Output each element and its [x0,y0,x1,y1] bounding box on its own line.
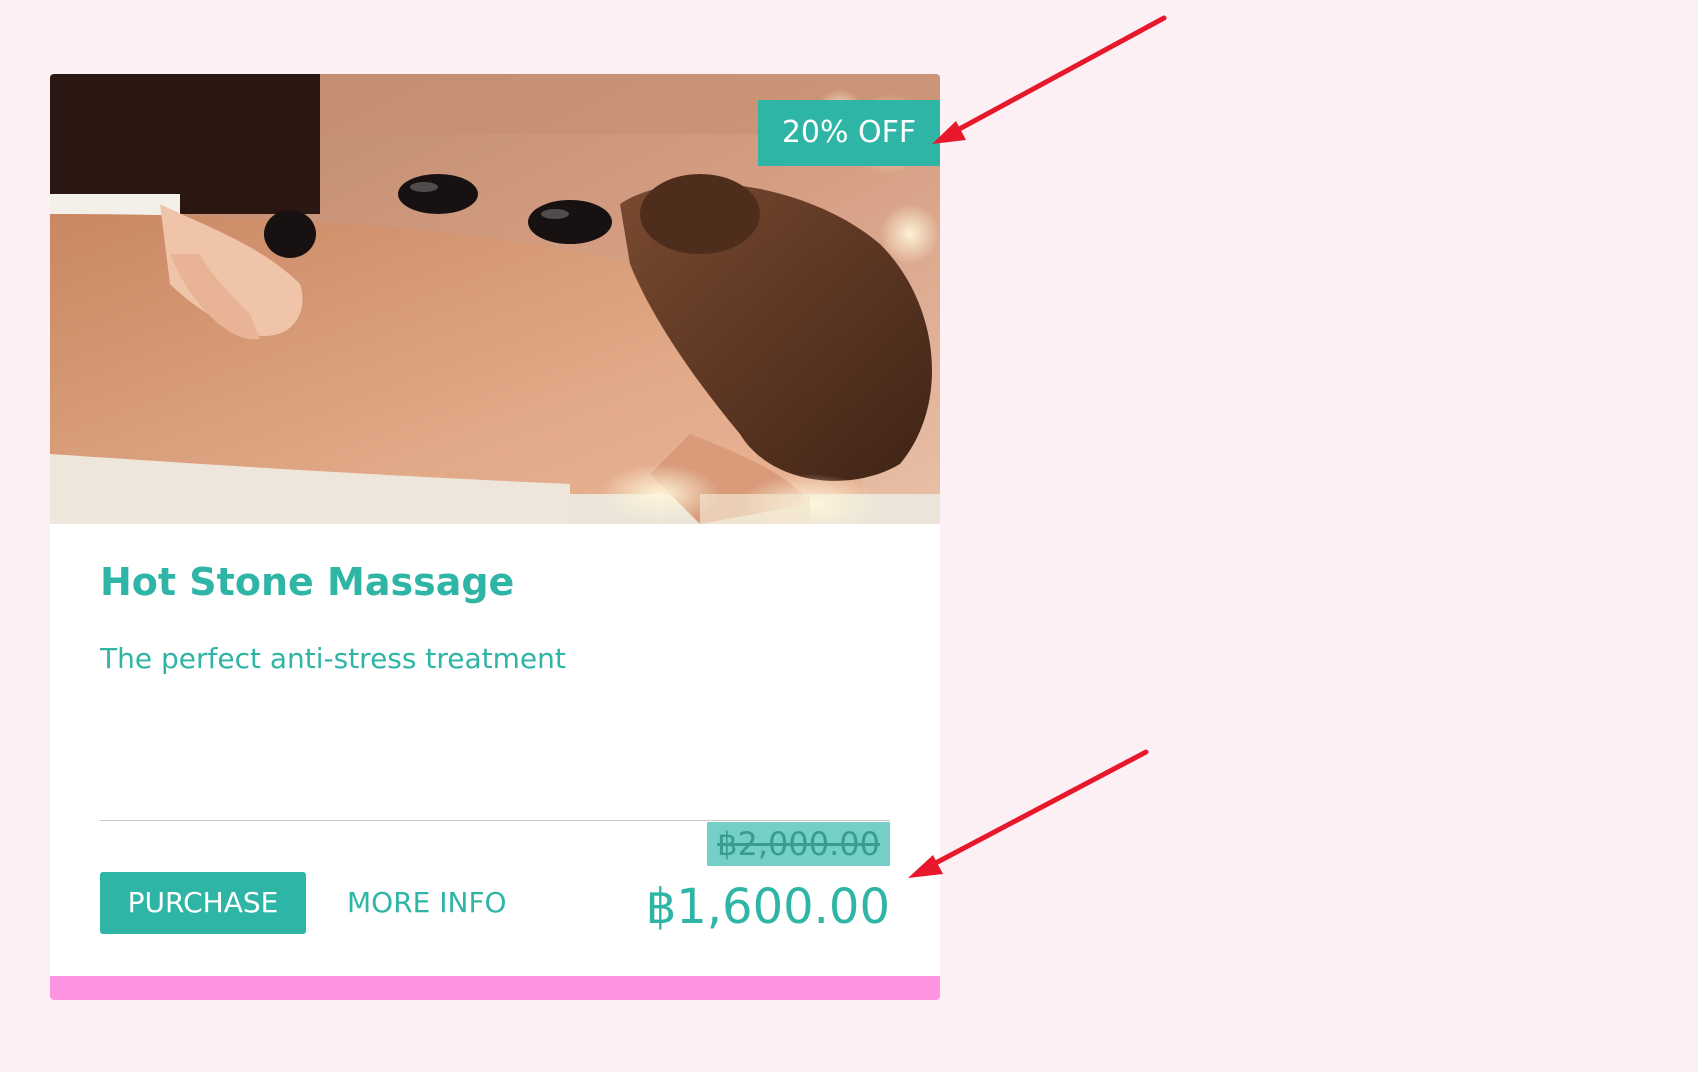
more-info-link[interactable]: MORE INFO [347,872,507,934]
original-price: ฿2,000.00 [707,822,890,866]
discounted-price: ฿1,600.00 [645,879,890,935]
product-card: 20% OFF Hot Stone Massage The perfect an… [50,74,940,1000]
purchase-button[interactable]: PURCHASE [100,872,306,934]
product-image: 20% OFF [50,74,940,524]
discount-badge: 20% OFF [758,100,940,166]
arrow-icon [908,749,1149,878]
divider [100,820,890,821]
arrow-icon [932,15,1167,144]
card-title: Hot Stone Massage [100,560,515,604]
card-subtitle: The perfect anti-stress treatment [100,642,566,675]
card-accent-bar [50,976,940,1000]
